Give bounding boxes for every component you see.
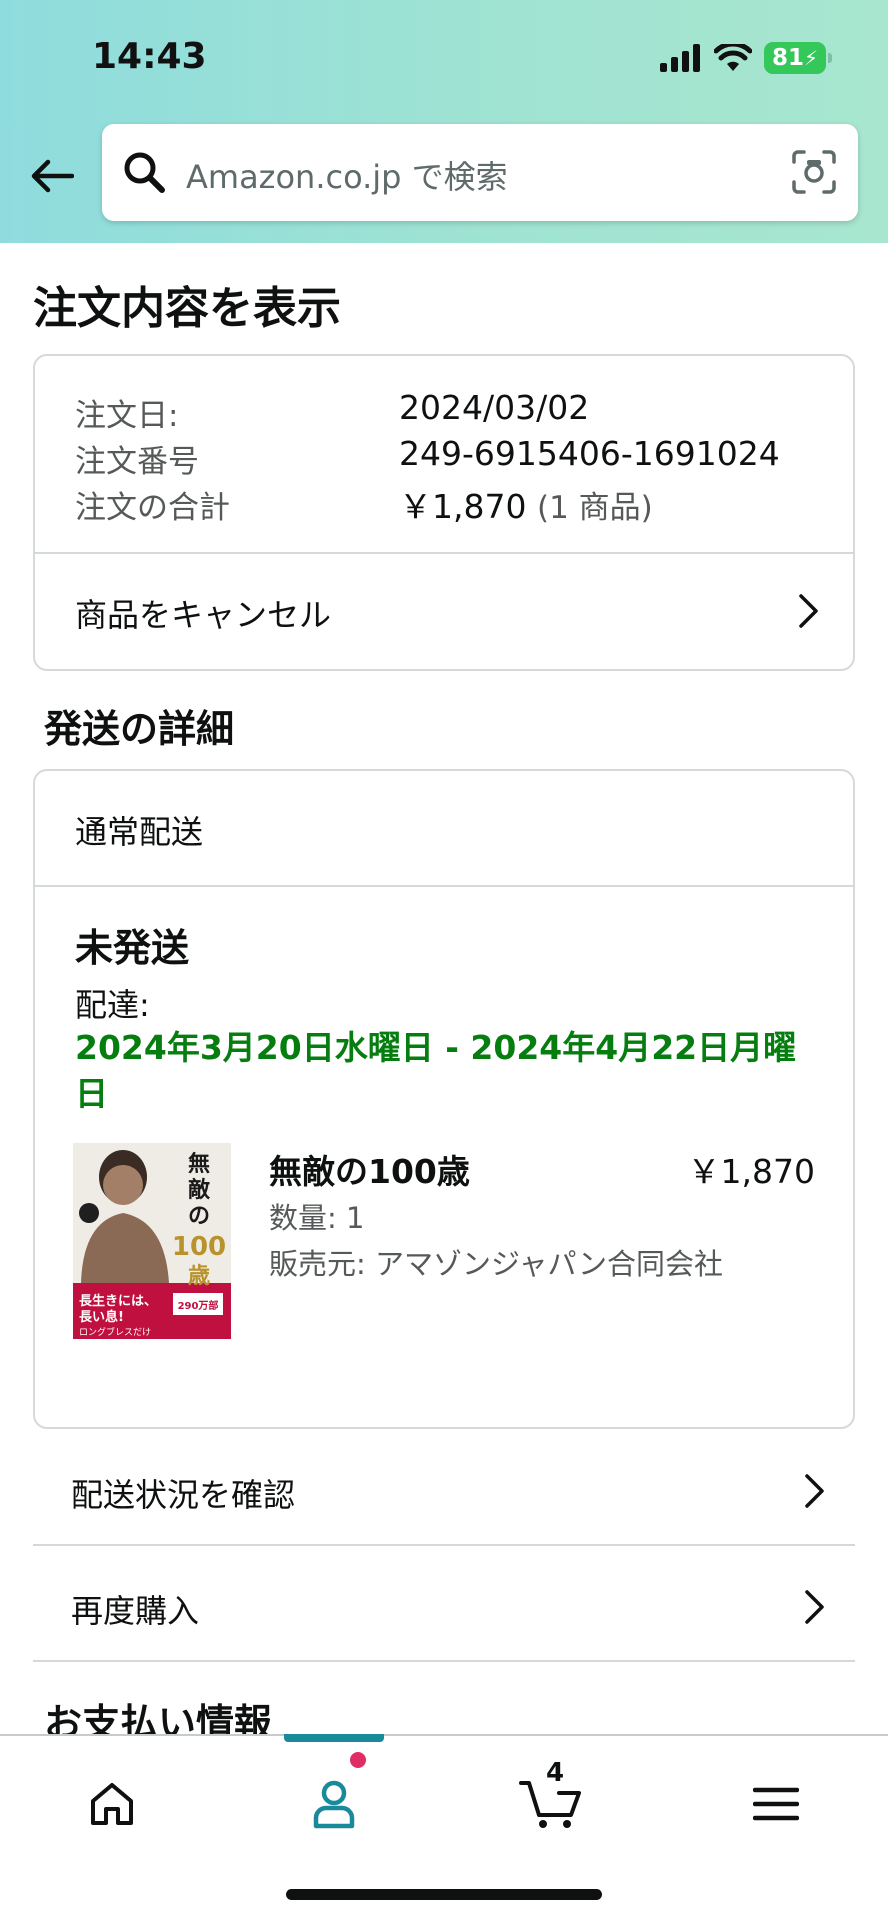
back-arrow-icon bbox=[31, 159, 74, 193]
chevron-right-icon bbox=[805, 1474, 824, 1508]
chevron-right-icon bbox=[805, 1590, 824, 1624]
cover-sub: ロングブレスだけ bbox=[79, 1326, 151, 1338]
cart-count-badge: 4 bbox=[546, 1758, 565, 1788]
shipment-card: 通常配送 未発送 配達: 2024年3月20日水曜日 - 2024年4月22日月… bbox=[33, 769, 855, 1429]
active-tab-indicator bbox=[284, 1734, 384, 1742]
page-title: 注文内容を表示 bbox=[33, 283, 341, 334]
order-item-count: (1 商品) bbox=[536, 490, 653, 526]
cover-tagline-2: 長い息! bbox=[79, 1309, 124, 1325]
product-title[interactable]: 無敵の100歳 bbox=[269, 1145, 470, 1193]
menu-icon bbox=[753, 1787, 799, 1821]
book-cover: 無 敵 の 100 歳 長生きには、 長い息! 290万部 ロングブレスだけ bbox=[73, 1143, 231, 1339]
header: 14:43 81 ⚡ Amazon.co.jp で検索 bbox=[0, 0, 888, 243]
order-date-label: 注文日: bbox=[75, 398, 179, 434]
delivery-date-range: 2024年3月20日水曜日 - 2024年4月22日月曜日 bbox=[75, 1028, 797, 1113]
cover-title-3: の bbox=[188, 1204, 210, 1229]
tab-home[interactable] bbox=[72, 1764, 152, 1844]
search-placeholder: Amazon.co.jp で検索 bbox=[186, 158, 508, 196]
product-seller: 販売元: アマゾンジャパン合同会社 bbox=[269, 1247, 723, 1281]
cover-title-5: 歳 bbox=[188, 1264, 210, 1289]
battery-indicator: 81 ⚡ bbox=[764, 42, 832, 74]
cover-title-4: 100 bbox=[172, 1232, 226, 1262]
bottom-tab-bar: 4 bbox=[0, 1734, 888, 1920]
status-time: 14:43 bbox=[92, 36, 207, 77]
buy-again-row[interactable]: 再度購入 bbox=[33, 1548, 855, 1662]
wifi-icon bbox=[714, 44, 752, 71]
status-icons: 81 ⚡ bbox=[660, 40, 832, 76]
cover-title-1: 無 bbox=[188, 1151, 210, 1177]
notification-dot bbox=[350, 1752, 366, 1768]
shipping-status: 未発送 bbox=[75, 926, 190, 970]
home-icon bbox=[91, 1783, 133, 1825]
delivery-label: 配達: bbox=[75, 986, 150, 1024]
track-package-row[interactable]: 配送状況を確認 bbox=[33, 1432, 855, 1546]
product-quantity: 数量: 1 bbox=[269, 1201, 365, 1235]
cancel-item-label: 商品をキャンセル bbox=[75, 596, 332, 634]
back-button[interactable] bbox=[24, 148, 80, 204]
search-input[interactable]: Amazon.co.jp で検索 bbox=[102, 124, 858, 221]
shipping-section-title: 発送の詳細 bbox=[44, 707, 235, 751]
order-summary-card: 注文日: 2024/03/02 注文番号 249-6915406-1691024… bbox=[33, 354, 855, 671]
shipping-method: 通常配送 bbox=[75, 813, 204, 851]
account-icon bbox=[313, 1780, 355, 1829]
chevron-right-icon bbox=[799, 594, 818, 628]
cellular-signal-icon bbox=[660, 44, 700, 72]
buy-again-label: 再度購入 bbox=[71, 1592, 200, 1630]
tab-account[interactable] bbox=[294, 1764, 374, 1844]
product-image[interactable]: 無 敵 の 100 歳 長生きには、 長い息! 290万部 ロングブレスだけ bbox=[73, 1143, 231, 1339]
order-total-amount: ￥1,870 bbox=[399, 487, 527, 526]
cover-badge: 290万部 bbox=[178, 1299, 219, 1312]
divider bbox=[35, 885, 853, 887]
cover-tagline: 長生きには、 bbox=[79, 1293, 157, 1309]
order-date-value: 2024/03/02 bbox=[399, 388, 590, 427]
order-number-value: 249-6915406-1691024 bbox=[399, 434, 780, 473]
track-package-label: 配送状況を確認 bbox=[71, 1476, 296, 1514]
tab-menu[interactable] bbox=[736, 1764, 816, 1844]
search-icon bbox=[124, 152, 165, 193]
camera-search-icon[interactable] bbox=[790, 148, 838, 196]
charging-bolt-icon: ⚡ bbox=[803, 46, 819, 70]
order-number-label: 注文番号 bbox=[75, 444, 199, 480]
battery-level: 81 bbox=[771, 45, 804, 71]
home-indicator[interactable] bbox=[286, 1889, 602, 1900]
cancel-item-row[interactable]: 商品をキャンセル bbox=[35, 554, 853, 671]
order-total-label: 注文の合計 bbox=[75, 490, 230, 526]
product-price: ￥1,870 bbox=[687, 1152, 815, 1191]
order-total-value: ￥1,870 (1 商品) bbox=[399, 480, 653, 528]
cover-title-2: 敵 bbox=[188, 1177, 211, 1203]
